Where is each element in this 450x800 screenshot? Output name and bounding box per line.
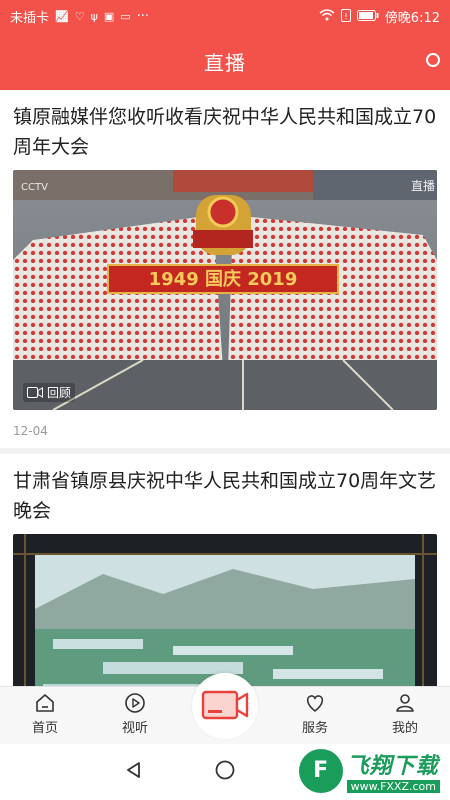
home-icon bbox=[36, 694, 54, 712]
feed-item-thumbnail[interactable]: 1949 国庆 2019 CCTV 直播 回顾 bbox=[13, 170, 437, 410]
feed-item[interactable]: 甘肃省镇原县庆祝中华人民共和国成立70周年文艺晚会 bbox=[0, 454, 450, 686]
tab-media-label: 视听 bbox=[121, 721, 148, 736]
tab-media[interactable]: 视听 bbox=[90, 687, 180, 744]
feed-item-title[interactable]: 镇原融媒伴您收听收看庆祝中华人民共和国成立70周年大会 bbox=[13, 102, 437, 162]
wifi-icon bbox=[319, 9, 335, 23]
activity-icon: 📈 bbox=[55, 9, 69, 23]
sim-alert-icon: ! bbox=[340, 8, 351, 24]
more-notifications: ··· bbox=[136, 8, 150, 24]
tab-profile[interactable]: 我的 bbox=[360, 687, 450, 744]
watermark: F 飞翔下载 www.FXXZ.com bbox=[298, 748, 440, 793]
back-icon[interactable] bbox=[124, 760, 144, 784]
tab-home[interactable]: 首页 bbox=[0, 687, 90, 744]
status-bar: 未插卡 📈 ♡ ψ ▣ ▭ ··· ! 傍晚6:12 bbox=[0, 0, 450, 32]
page-title: 直播 bbox=[204, 50, 246, 75]
watermark-url: www.FXXZ.com bbox=[346, 780, 440, 793]
health-icon: ♡ bbox=[74, 9, 85, 23]
app-header: 直播 bbox=[0, 32, 450, 90]
feed-item-title[interactable]: 甘肃省镇原县庆祝中华人民共和国成立70周年文艺晚会 bbox=[13, 466, 437, 526]
tab-services[interactable]: 服务 bbox=[270, 687, 360, 744]
user-icon bbox=[396, 694, 414, 712]
feed-item[interactable]: 镇原融媒伴您收听收看庆祝中华人民共和国成立70周年大会 1949 国庆 2019… bbox=[0, 90, 450, 454]
gala-image bbox=[13, 534, 437, 686]
carrier-label: 未插卡 bbox=[10, 10, 50, 26]
video-icon bbox=[27, 387, 43, 398]
replay-label: 回顾 bbox=[47, 386, 72, 400]
play-icon bbox=[125, 693, 145, 713]
heart-icon bbox=[306, 695, 324, 712]
bottom-tab-bar: 首页 视听 服务 我的 bbox=[0, 673, 450, 744]
shopping-icon: ▭ bbox=[120, 9, 131, 23]
battery-icon bbox=[356, 9, 379, 23]
video-camera-icon bbox=[201, 690, 249, 719]
live-overlay-text: 直播 bbox=[411, 179, 435, 193]
app-badge-icon: ▣ bbox=[103, 9, 115, 23]
watermark-logo-icon: F bbox=[298, 748, 343, 793]
live-button[interactable] bbox=[192, 673, 258, 739]
tab-profile-label: 我的 bbox=[391, 721, 418, 736]
usb-icon: ψ bbox=[90, 9, 98, 23]
record-circle-icon[interactable] bbox=[426, 53, 440, 67]
live-feed: 镇原融媒伴您收听收看庆祝中华人民共和国成立70周年大会 1949 国庆 2019… bbox=[0, 90, 450, 686]
feed-item-thumbnail[interactable] bbox=[13, 534, 437, 686]
tab-live[interactable] bbox=[180, 673, 270, 744]
tab-home-label: 首页 bbox=[31, 721, 58, 736]
svg-text:!: ! bbox=[344, 12, 347, 21]
feed-item-date: 12-04 bbox=[13, 424, 48, 438]
clock-label: 傍晚6:12 bbox=[384, 10, 440, 26]
banner-text: 1949 国庆 2019 bbox=[149, 268, 298, 290]
watermark-name: 飞翔下载 bbox=[346, 754, 439, 779]
cctv-logo-text: CCTV bbox=[21, 182, 48, 193]
parade-image: 1949 国庆 2019 CCTV 直播 bbox=[13, 170, 437, 410]
tab-services-label: 服务 bbox=[301, 721, 328, 736]
replay-badge: 回顾 bbox=[23, 383, 76, 402]
home-circle-icon[interactable] bbox=[214, 759, 236, 785]
